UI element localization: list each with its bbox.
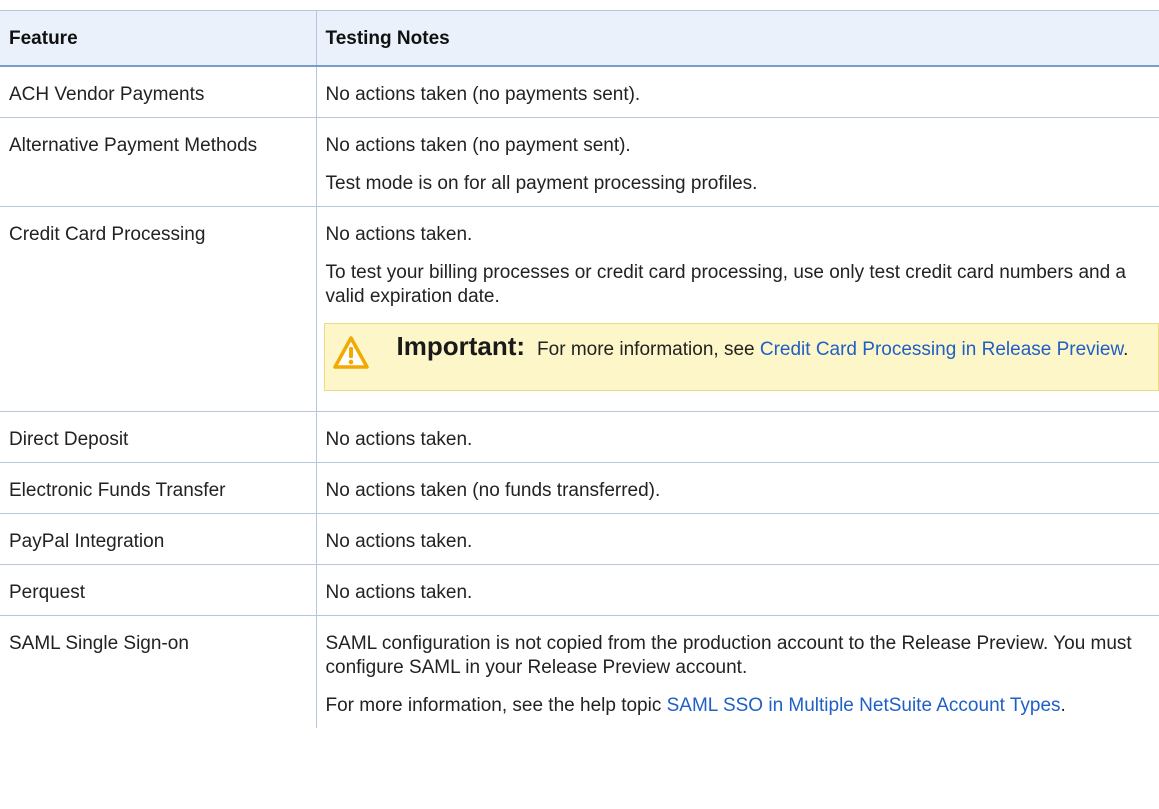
credit-card-processing-link[interactable]: Credit Card Processing in Release Previe… xyxy=(760,339,1123,360)
notes-cell: No actions taken. xyxy=(315,513,1159,565)
notes-cell: No actions taken (no payment sent). Test… xyxy=(315,117,1159,207)
feature-cell: PayPal Integration xyxy=(0,513,317,565)
feature-cell: Direct Deposit xyxy=(0,411,317,463)
note-text: To test your billing processes or credit… xyxy=(325,262,1127,307)
table-row: PayPal Integration No actions taken. xyxy=(0,513,1159,565)
note-text: Test mode is on for all payment processi… xyxy=(325,173,758,194)
help-period: . xyxy=(1060,695,1066,716)
note-text: No actions taken (no payment sent). xyxy=(325,135,631,156)
table-row: Direct Deposit No actions taken. xyxy=(0,411,1159,463)
note-text: No actions taken. xyxy=(325,582,473,603)
important-callout: Important: For more information, see Cred… xyxy=(323,323,1159,391)
notes-cell: SAML configuration is not copied from th… xyxy=(315,615,1159,728)
note-text: No actions taken (no payments sent). xyxy=(325,84,641,105)
table-row: Credit Card Processing No actions taken.… xyxy=(0,206,1159,412)
callout-text: For more information, see xyxy=(537,339,755,360)
feature-cell: ACH Vendor Payments xyxy=(0,65,317,118)
notes-cell: No actions taken. xyxy=(315,411,1159,463)
help-note: For more information, see the help topic… xyxy=(326,694,1152,718)
table-row: ACH Vendor Payments No actions taken (no… xyxy=(0,65,1159,118)
table-row: SAML Single Sign-on SAML configuration i… xyxy=(0,615,1159,728)
table-row: Perquest No actions taken. xyxy=(0,564,1159,616)
notes-cell: No actions taken. xyxy=(315,564,1159,616)
feature-cell: Alternative Payment Methods xyxy=(0,117,317,207)
column-header-feature: Feature xyxy=(0,10,317,67)
feature-cell: SAML Single Sign-on xyxy=(0,615,317,728)
note-text: No actions taken. xyxy=(325,429,473,450)
help-text: For more information, see the help topic xyxy=(325,695,662,716)
warning-triangle-icon xyxy=(332,336,369,369)
note-text: No actions taken (no funds transferred). xyxy=(325,480,661,501)
table-row: Alternative Payment Methods No actions t… xyxy=(0,117,1159,207)
important-label: Important: xyxy=(396,331,526,361)
table-row: Electronic Funds Transfer No actions tak… xyxy=(0,462,1159,514)
note-text: SAML configuration is not copied from th… xyxy=(325,633,1132,678)
note-text: No actions taken. xyxy=(325,224,473,245)
feature-cell: Credit Card Processing xyxy=(0,206,317,412)
notes-cell: No actions taken (no funds transferred). xyxy=(315,462,1159,514)
notes-cell: No actions taken (no payments sent). xyxy=(315,65,1159,118)
testing-notes-table: Feature Testing Notes ACH Vendor Payment… xyxy=(0,10,1159,728)
note-text: No actions taken. xyxy=(325,531,473,552)
column-header-testing-notes: Testing Notes xyxy=(315,10,1159,67)
notes-cell: No actions taken. To test your billing p… xyxy=(315,206,1159,412)
saml-sso-help-link[interactable]: SAML SSO in Multiple NetSuite Account Ty… xyxy=(667,695,1061,716)
table-header-row: Feature Testing Notes xyxy=(0,10,1159,67)
feature-cell: Electronic Funds Transfer xyxy=(0,462,317,514)
feature-cell: Perquest xyxy=(0,564,317,616)
callout-period: . xyxy=(1123,339,1129,360)
